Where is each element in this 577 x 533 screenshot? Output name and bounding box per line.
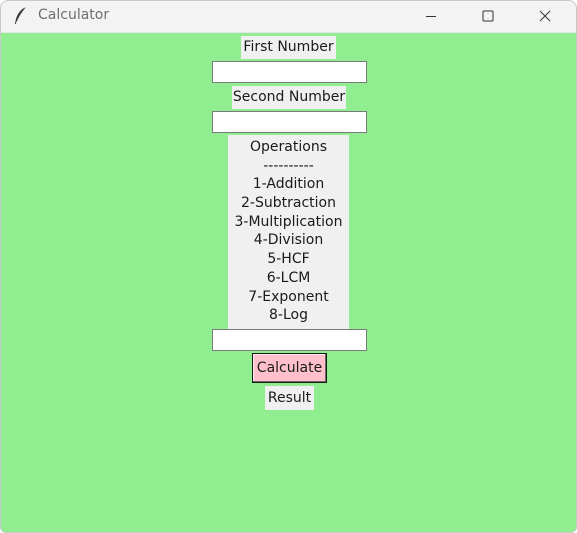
calculator-form: First Number Second Number Operations --… [1, 33, 576, 532]
minimize-button[interactable] [408, 1, 454, 31]
feather-icon [13, 6, 29, 26]
first-number-input[interactable] [212, 61, 367, 83]
operations-title: Operations [250, 139, 327, 155]
result-label: Result [265, 386, 314, 410]
operation-item: 8-Log [269, 307, 308, 324]
calculator-window: Calculator First Number Second Number Op… [0, 0, 577, 533]
close-icon [539, 10, 551, 22]
maximize-button[interactable] [465, 1, 511, 31]
window-title: Calculator [38, 7, 110, 23]
maximize-icon [482, 10, 494, 22]
operation-item: 7-Exponent [248, 288, 329, 305]
second-number-label: Second Number [232, 86, 346, 109]
first-number-label: First Number [241, 36, 336, 59]
operation-choice-input[interactable] [212, 329, 367, 351]
operation-item: 4-Division [253, 232, 324, 249]
title-bar[interactable]: Calculator [1, 1, 576, 33]
operation-item: 2-Subtraction [241, 195, 336, 212]
calculate-button[interactable]: Calculate [252, 353, 327, 383]
close-button[interactable] [522, 1, 568, 31]
operation-item: 3-Multiplication [234, 213, 343, 230]
operations-divider: ---------- [263, 157, 314, 174]
operation-item: 6-LCM [266, 269, 311, 286]
operation-item: 1-Addition [252, 176, 325, 193]
operation-item: 5-HCF [267, 251, 310, 268]
operations-list: Operations ---------- 1-Addition 2-Subtr… [228, 135, 349, 329]
second-number-input[interactable] [212, 111, 367, 133]
minimize-icon [426, 16, 436, 17]
